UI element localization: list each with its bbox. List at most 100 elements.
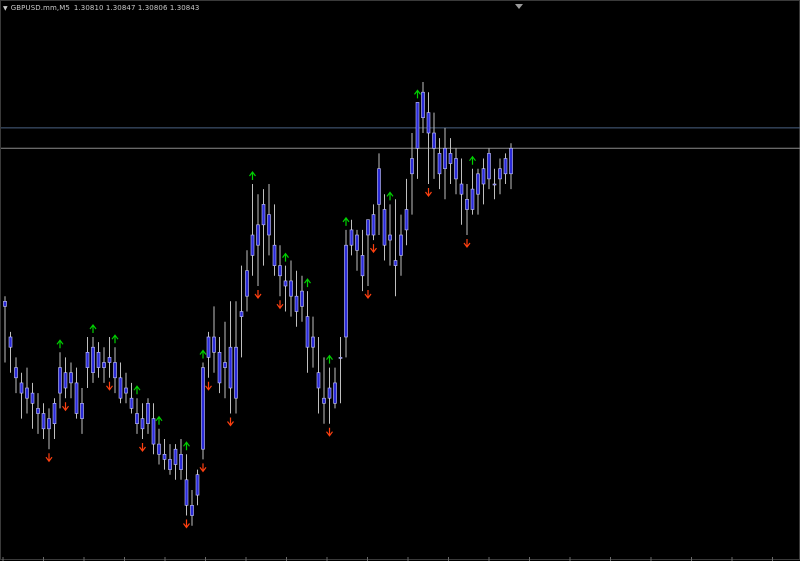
candle-body — [30, 392, 35, 404]
fractal-down-arrow-icon — [326, 427, 333, 437]
price-chart[interactable] — [1, 1, 800, 557]
candle-body — [113, 362, 117, 379]
fractal-up-arrow-icon — [282, 252, 289, 262]
candle-body — [102, 362, 106, 368]
candle-body — [305, 316, 310, 348]
time-ruler — [2, 557, 773, 561]
candle-body — [421, 91, 425, 118]
fractal-down-arrow-icon — [45, 453, 53, 463]
candle-body — [256, 224, 260, 246]
fractal-down-arrow-icon — [364, 290, 372, 299]
candle-body — [36, 408, 40, 414]
fractal-down-arrow-icon — [199, 463, 207, 473]
candle-body — [179, 453, 183, 470]
candle-body — [437, 153, 442, 175]
candle-body — [201, 367, 205, 450]
chart-window[interactable]: ▼ GBPUSD.mm,M5 1.30810 1.30847 1.30806 1.3… — [0, 0, 800, 561]
candle-body — [14, 367, 18, 379]
fractal-up-arrow-icon — [56, 339, 64, 349]
fractal-up-arrow-icon — [111, 334, 119, 344]
candle-body — [195, 474, 200, 496]
candle-body — [459, 183, 464, 195]
fractal-up-arrow-icon — [183, 441, 190, 451]
fractal-down-arrow-icon — [106, 381, 113, 391]
candle-body — [85, 351, 90, 368]
candle-body — [360, 255, 365, 277]
candle-body — [69, 372, 73, 384]
candle-body — [399, 234, 403, 256]
candle-body — [234, 346, 238, 399]
candle-body — [333, 382, 337, 404]
candle-body — [289, 280, 293, 297]
candle-body — [168, 459, 172, 470]
candle-body — [250, 234, 255, 256]
candle-body — [190, 504, 194, 516]
candle-body — [448, 153, 453, 164]
candle-body — [355, 234, 359, 251]
candle-body — [80, 402, 84, 419]
candle-body — [267, 214, 271, 236]
fractal-down-arrow-icon — [370, 244, 377, 254]
candle-body — [311, 336, 315, 348]
candle-body — [212, 336, 216, 353]
fractal-down-arrow-icon — [139, 443, 146, 452]
candle-body — [432, 132, 436, 149]
fractal-up-arrow-icon — [133, 385, 141, 395]
fractal-down-arrow-icon — [205, 381, 212, 391]
candle-body — [278, 265, 282, 277]
candle-body — [382, 209, 387, 246]
candle-body — [47, 418, 51, 430]
candle-body — [58, 367, 62, 394]
candle-body — [217, 351, 222, 384]
candle-body — [19, 382, 24, 394]
candle-body — [41, 413, 46, 430]
candle-body — [184, 479, 189, 506]
fractal-up-arrow-icon — [386, 191, 394, 201]
fractal-up-arrow-icon — [414, 89, 421, 99]
fractal-up-arrow-icon — [342, 216, 350, 226]
fractal-down-arrow-icon — [183, 519, 190, 529]
candle-body — [476, 173, 480, 195]
candle-body — [322, 397, 326, 404]
candle-body — [415, 102, 420, 149]
candle-body — [371, 214, 376, 236]
candle-body — [454, 158, 458, 180]
fractal-down-arrow-icon — [276, 300, 284, 310]
fractal-up-arrow-icon — [326, 354, 333, 364]
candle-body — [96, 351, 101, 368]
candle-body — [261, 204, 266, 226]
candle-body — [25, 387, 29, 399]
fractal-up-arrow-icon — [199, 349, 207, 359]
candle-body — [74, 382, 79, 414]
candle-body — [481, 168, 486, 185]
candle-body — [470, 188, 475, 210]
candle-body — [91, 346, 95, 374]
candle-body — [465, 199, 469, 210]
candle-body — [509, 148, 513, 175]
candle-body — [300, 290, 304, 307]
candle-body — [151, 418, 156, 445]
candle-body — [3, 300, 7, 307]
candle-body — [443, 148, 447, 170]
fractal-down-arrow-icon — [425, 188, 432, 197]
candle-body — [173, 448, 178, 465]
candle-body — [146, 402, 150, 424]
candle-body — [245, 270, 249, 297]
candle-body — [349, 229, 354, 246]
candle-body — [377, 168, 381, 205]
candle-body — [223, 362, 227, 368]
fractal-up-arrow-icon — [249, 171, 256, 180]
fractal-down-arrow-icon — [463, 239, 471, 248]
candle-body — [118, 377, 123, 399]
candle-body — [228, 346, 233, 389]
candle-body — [157, 443, 161, 455]
fractal-up-arrow-icon — [304, 278, 311, 288]
candle-body — [272, 244, 277, 266]
candle-body — [140, 418, 145, 430]
fractal-down-arrow-icon — [62, 402, 69, 412]
candle-body — [124, 387, 128, 394]
candle-body — [316, 372, 321, 389]
candle-body — [393, 260, 398, 266]
fractal-up-arrow-icon — [469, 155, 476, 165]
candle-body — [487, 153, 491, 180]
